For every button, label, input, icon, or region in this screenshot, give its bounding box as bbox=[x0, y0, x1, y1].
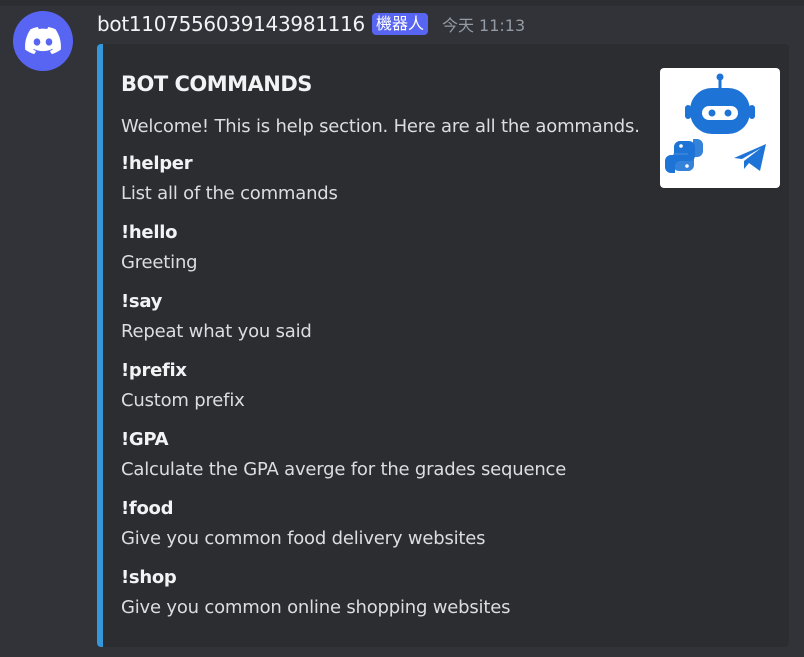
embed-field: !prefix Custom prefix bbox=[121, 358, 245, 418]
python-icon bbox=[665, 139, 703, 173]
field-name: !prefix bbox=[121, 360, 187, 381]
embed-field: !hello Greeting bbox=[121, 220, 198, 280]
robot-icon bbox=[685, 73, 755, 134]
embed: BOT COMMANDS Welcome! This is help secti… bbox=[97, 44, 789, 647]
channel-top-strip bbox=[0, 0, 804, 6]
field-value: Custom prefix bbox=[121, 390, 245, 411]
field-name: !food bbox=[121, 498, 174, 519]
embed-description: Welcome! This is help section. Here are … bbox=[121, 116, 640, 137]
field-value: Greeting bbox=[121, 252, 198, 273]
field-value: Give you common online shopping websites bbox=[121, 597, 511, 618]
embed-field: !food Give you common food delivery webs… bbox=[121, 496, 486, 556]
discord-logo-icon bbox=[25, 27, 61, 55]
timestamp[interactable]: 今天 11:13 bbox=[442, 12, 525, 36]
field-name: !GPA bbox=[121, 429, 169, 450]
message-header: bot1107556039143981116 機器人 今天 11:13 bbox=[97, 10, 525, 38]
embed-title: BOT COMMANDS bbox=[121, 72, 312, 96]
embed-field: !GPA Calculate the GPA averge for the gr… bbox=[121, 427, 566, 487]
embed-field: !helper List all of the commands bbox=[121, 151, 338, 211]
bot-tag: 機器人 bbox=[371, 13, 428, 35]
field-name: !helper bbox=[121, 153, 193, 174]
avatar[interactable] bbox=[13, 11, 73, 71]
field-value: List all of the commands bbox=[121, 183, 338, 204]
telegram-icon bbox=[734, 144, 766, 171]
embed-field: !say Repeat what you said bbox=[121, 289, 312, 349]
field-value: Calculate the GPA averge for the grades … bbox=[121, 459, 567, 480]
embed-field: !shop Give you common online shopping we… bbox=[121, 565, 510, 625]
field-name: !hello bbox=[121, 222, 178, 243]
field-value: Give you common food delivery websites bbox=[121, 528, 486, 549]
field-name: !say bbox=[121, 291, 163, 312]
field-value: Repeat what you said bbox=[121, 321, 312, 342]
embed-thumbnail[interactable] bbox=[660, 68, 780, 188]
username[interactable]: bot1107556039143981116 bbox=[97, 12, 365, 36]
field-name: !shop bbox=[121, 567, 177, 588]
